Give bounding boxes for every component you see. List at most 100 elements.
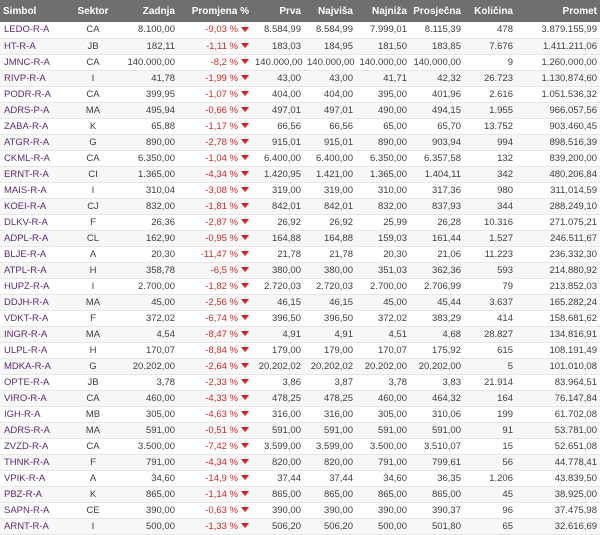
symbol-link[interactable]: HUPZ-R-A [0,278,66,294]
header-average[interactable]: Prosječna [410,0,464,22]
symbol-link[interactable]: INGR-R-A [0,326,66,342]
table-row[interactable]: IGH-R-A MB 305,00 -4,63 % 316,00 316,00 305,00… [0,406,600,422]
symbol-value[interactable]: ATGR-R-A [4,137,49,148]
header-turnover[interactable]: Promet [516,0,600,22]
symbol-value[interactable]: PODR-R-A [4,89,51,100]
symbol-link[interactable]: PODR-R-A [0,86,66,102]
symbol-value[interactable]: VIRO-R-A [4,393,47,404]
table-row[interactable]: BLJE-R-A A 20,30 -11,47 % 21,78 21,78 20,30 21,… [0,246,600,262]
table-row[interactable]: ATPL-R-A H 358,78 -6,5 % 380,00 380,00 351,03 3… [0,262,600,278]
symbol-value[interactable]: IGH-R-A [4,409,40,420]
symbol-value[interactable]: ERNT-R-A [4,169,49,180]
symbol-link[interactable]: MDKA-R-A [0,358,66,374]
table-row[interactable]: ADRS-R-A MA 591,00 -0,51 % 591,00 591,00 591,0… [0,422,600,438]
symbol-value[interactable]: THNK-R-A [4,457,49,468]
symbol-value[interactable]: VPIK-R-A [4,473,45,484]
table-row[interactable]: ZABA-R-A K 65,88 -1,17 % 66,56 66,56 65,00 65,7… [0,118,600,134]
symbol-value[interactable]: ZVZD-R-A [4,441,48,452]
table-row[interactable]: MAIS-R-A I 310,04 -3,08 % 319,00 319,00 310,00… [0,182,600,198]
header-low[interactable]: Najniža [356,0,410,22]
symbol-link[interactable]: SAPN-R-A [0,502,66,518]
table-row[interactable]: ZVZD-R-A CA 3.500,00 -7,42 % 3.599,00 3.599,0… [0,438,600,454]
symbol-value[interactable]: BLJE-R-A [4,249,46,260]
symbol-link[interactable]: DDJH-R-A [0,294,66,310]
symbol-value[interactable]: MDKA-R-A [4,361,51,372]
table-row[interactable]: JMNC-R-A CA 140.000,00 -8,2 % 140.000,00 140.… [0,54,600,70]
symbol-value[interactable]: ZABA-R-A [4,121,48,132]
table-row[interactable]: ATGR-R-A G 890,00 -2,78 % 915,01 915,01 890,00… [0,134,600,150]
symbol-link[interactable]: THNK-R-A [0,454,66,470]
table-row[interactable]: DLKV-R-A F 26,36 -2,87 % 26,92 26,92 25,99 26,2… [0,214,600,230]
symbol-link[interactable]: OPTE-R-A [0,374,66,390]
symbol-link[interactable]: ZVZD-R-A [0,438,66,454]
symbol-value[interactable]: HUPZ-R-A [4,281,49,292]
symbol-link[interactable]: KOEI-R-A [0,198,66,214]
table-row[interactable]: THNK-R-A F 791,00 -4,34 % 820,00 820,00 791,00… [0,454,600,470]
table-row[interactable]: DDJH-R-A MA 45,00 -2,56 % 46,15 46,15 45,00 45,… [0,294,600,310]
table-row[interactable]: ADRS-P-A MA 495,94 -0,66 % 497,01 497,01 490,0… [0,102,600,118]
table-row[interactable]: INGR-R-A MA 4,54 -8,47 % 4,91 4,91 4,51 4,68 28.… [0,326,600,342]
symbol-link[interactable]: LEDO-R-A [0,22,66,38]
symbol-value[interactable]: RIVP-R-A [4,73,46,84]
table-row[interactable]: HT-R-A JB 182,11 -1,11 % 183,03 184,95 181,50 1… [0,38,600,54]
symbol-value[interactable]: JMNC-R-A [4,57,50,68]
header-sector[interactable]: Sektor [66,0,120,22]
table-row[interactable]: ARNT-R-A I 500,00 -1,33 % 506,20 506,20 500,00… [0,518,600,534]
table-row[interactable]: PODR-R-A CA 399,95 -1,07 % 404,00 404,00 395,0… [0,86,600,102]
symbol-link[interactable]: ULPL-R-A [0,342,66,358]
header-quantity[interactable]: Količina [464,0,516,22]
symbol-value[interactable]: KOEI-R-A [4,201,46,212]
symbol-link[interactable]: MAIS-R-A [0,182,66,198]
symbol-value[interactable]: DDJH-R-A [4,297,49,308]
symbol-link[interactable]: ATPL-R-A [0,262,66,278]
table-row[interactable]: ULPL-R-A H 170,07 -8,84 % 179,00 179,00 170,07… [0,342,600,358]
table-row[interactable]: LEDO-R-A CA 8.100,00 -9,03 % 8.584,99 8.584,9… [0,22,600,38]
symbol-link[interactable]: BLJE-R-A [0,246,66,262]
symbol-link[interactable]: ARNT-R-A [0,518,66,534]
symbol-value[interactable]: OPTE-R-A [4,377,49,388]
symbol-value[interactable]: ARNT-R-A [4,521,49,532]
symbol-value[interactable]: PBZ-R-A [4,489,42,500]
header-change[interactable]: Promjena % [178,0,252,22]
symbol-link[interactable]: VPIK-R-A [0,470,66,486]
symbol-value[interactable]: INGR-R-A [4,329,47,340]
header-first[interactable]: Prva [252,0,304,22]
table-row[interactable]: VDKT-R-A F 372,02 -6,74 % 396,50 396,50 372,02… [0,310,600,326]
symbol-link[interactable]: HT-R-A [0,38,66,54]
table-row[interactable]: OPTE-R-A JB 3,78 -2,33 % 3,86 3,87 3,78 3,83 21.… [0,374,600,390]
symbol-link[interactable]: ADRS-P-A [0,102,66,118]
symbol-link[interactable]: DLKV-R-A [0,214,66,230]
symbol-value[interactable]: LEDO-R-A [4,24,49,35]
symbol-link[interactable]: ERNT-R-A [0,166,66,182]
header-high[interactable]: Najviša [304,0,356,22]
table-row[interactable]: RIVP-R-A I 41,78 -1,99 % 43,00 43,00 41,71 42,3… [0,70,600,86]
symbol-link[interactable]: VIRO-R-A [0,390,66,406]
table-row[interactable]: VIRO-R-A CA 460,00 -4,33 % 478,25 478,25 460,0… [0,390,600,406]
symbol-value[interactable]: CKML-R-A [4,153,50,164]
symbol-value[interactable]: ATPL-R-A [4,265,47,276]
symbol-value[interactable]: ADRS-P-A [4,105,49,116]
table-row[interactable]: CKML-R-A CA 6.350,00 -1,04 % 6.400,00 6.400,0… [0,150,600,166]
symbol-link[interactable]: RIVP-R-A [0,70,66,86]
symbol-link[interactable]: PBZ-R-A [0,486,66,502]
symbol-link[interactable]: ATGR-R-A [0,134,66,150]
symbol-link[interactable]: JMNC-R-A [0,54,66,70]
symbol-value[interactable]: HT-R-A [4,41,36,52]
table-row[interactable]: SAPN-R-A CE 390,00 -0,63 % 390,00 390,00 390,0… [0,502,600,518]
table-row[interactable]: HUPZ-R-A I 2.700,00 -1,82 % 2.720,03 2.720,03… [0,278,600,294]
symbol-link[interactable]: CKML-R-A [0,150,66,166]
table-row[interactable]: PBZ-R-A K 865,00 -1,14 % 865,00 865,00 865,00 8… [0,486,600,502]
symbol-link[interactable]: VDKT-R-A [0,310,66,326]
table-row[interactable]: VPIK-R-A A 34,60 -14,9 % 37,44 37,44 34,60 36,3… [0,470,600,486]
symbol-value[interactable]: ULPL-R-A [4,345,47,356]
symbol-value[interactable]: ADRS-R-A [4,425,50,436]
table-row[interactable]: MDKA-R-A G 20.202,00 -2,64 % 20.202,02 20.202… [0,358,600,374]
symbol-link[interactable]: ADRS-R-A [0,422,66,438]
symbol-link[interactable]: ADPL-R-A [0,230,66,246]
symbol-value[interactable]: MAIS-R-A [4,185,47,196]
symbol-value[interactable]: ADPL-R-A [4,233,48,244]
symbol-link[interactable]: ZABA-R-A [0,118,66,134]
table-row[interactable]: KOEI-R-A CJ 832,00 -1,81 % 842,01 842,01 832,0… [0,198,600,214]
table-row[interactable]: ADPL-R-A CL 162,90 -0,95 % 164,88 164,88 159,0… [0,230,600,246]
header-last[interactable]: Zadnja [120,0,178,22]
